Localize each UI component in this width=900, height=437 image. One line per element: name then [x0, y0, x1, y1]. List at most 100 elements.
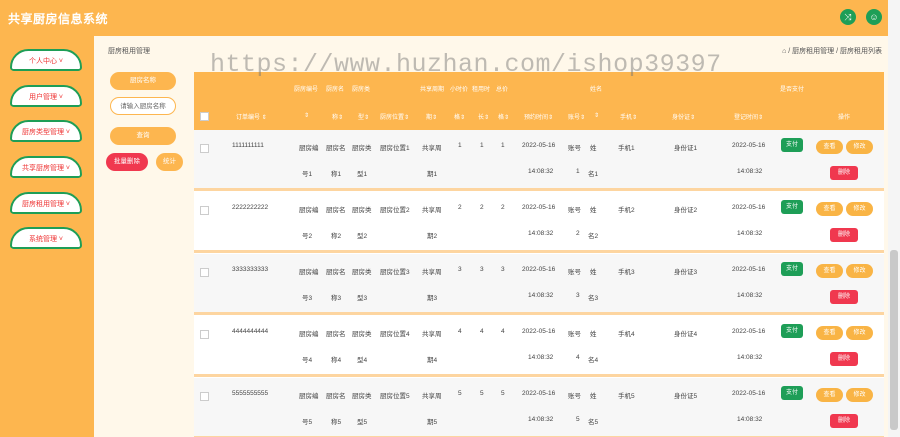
pay-button[interactable]: 支付: [781, 200, 803, 214]
th-kitchen-type-sort[interactable]: 型⇕: [358, 112, 369, 121]
share-period-cont: 期5: [427, 419, 438, 426]
shuffle-icon[interactable]: ⤨: [840, 9, 856, 25]
view-button[interactable]: 查看: [816, 264, 843, 278]
idcard: 身份证1: [674, 145, 698, 152]
table-row: 2222222222 厨房编 号2 厨房名 称2 厨房类 型2 厨房位置2 共享周 期2 2 2 2 20…: [194, 192, 884, 253]
th-name-sort[interactable]: ⇕: [594, 112, 599, 119]
view-button[interactable]: 查看: [816, 202, 843, 216]
edit-button[interactable]: 修改: [846, 202, 873, 216]
idcard: 身份证3: [674, 269, 698, 276]
kitchen-name-cont: 称4: [331, 357, 342, 364]
th-share-period-sort[interactable]: 期⇕: [426, 112, 437, 121]
row-checkbox[interactable]: [200, 392, 209, 401]
top-bar: 共享厨房信息系统 ⤨ ☺: [0, 0, 900, 36]
view-button[interactable]: 查看: [816, 388, 843, 402]
th-kitchen-name-sort[interactable]: 称⇕: [332, 112, 343, 121]
user-icon[interactable]: ☺: [866, 9, 882, 25]
reg-date: 2022-05-16: [732, 204, 766, 211]
hourly-price: 2: [458, 204, 462, 211]
kitchen-no-cont: 号4: [302, 357, 313, 364]
scrollbar[interactable]: [888, 0, 900, 437]
pay-button[interactable]: 支付: [781, 386, 803, 400]
th-hourly-price-sort[interactable]: 格⇕: [454, 112, 465, 121]
delete-button[interactable]: 删除: [830, 352, 858, 366]
share-period-cont: 期1: [427, 171, 438, 178]
kitchen-name-cont: 称5: [331, 419, 342, 426]
phone: 手机4: [618, 331, 635, 338]
share-period-cont: 期4: [427, 357, 438, 364]
select-all-checkbox[interactable]: [200, 112, 209, 121]
kitchen-name-cont: 称3: [331, 295, 342, 302]
hourly-price: 3: [458, 266, 462, 273]
scroll-thumb[interactable]: [890, 250, 898, 430]
user-name: 姓: [590, 393, 597, 400]
kitchen-no: 厨房编: [299, 393, 319, 400]
idcard: 身份证5: [674, 393, 698, 400]
account: 账号: [568, 269, 581, 276]
idcard: 身份证2: [674, 207, 698, 214]
account-cont: 2: [576, 230, 580, 237]
view-button[interactable]: 查看: [816, 140, 843, 154]
sidebar-item-user-management[interactable]: 用户管理 ˅: [10, 85, 82, 107]
th-order-no[interactable]: 订单编号 ⇕: [236, 112, 267, 121]
share-period-cont: 期3: [427, 295, 438, 302]
sidebar-item-kitchen-rental-management[interactable]: 厨房租用管理 ˅: [10, 192, 82, 214]
kitchen-type-cont: 型3: [357, 295, 368, 302]
share-period: 共享周: [422, 269, 442, 276]
kitchen-type: 厨房类: [352, 269, 372, 276]
kitchen-name: 厨房名: [326, 145, 346, 152]
row-checkbox[interactable]: [200, 330, 209, 339]
th-rent-time[interactable]: 预约时间⇕: [524, 112, 553, 121]
location: 厨房位置5: [380, 393, 410, 400]
data-table: 厨房编号 厨房名 厨房类 共享周期 小时价 租用时 总价 姓名 是否支付 订单编…: [194, 72, 884, 437]
kitchen-name: 厨房名: [326, 207, 346, 214]
delete-button[interactable]: 删除: [830, 414, 858, 428]
pay-button[interactable]: 支付: [781, 138, 803, 152]
edit-button[interactable]: 修改: [846, 140, 873, 154]
user-name: 姓: [590, 331, 597, 338]
reg-clock: 14:08:32: [737, 292, 763, 299]
sidebar-item-shared-kitchen-management[interactable]: 共享厨房管理 ˅: [10, 156, 82, 178]
sidebar-item-kitchen-type-management[interactable]: 厨房类型管理 ˅: [10, 120, 82, 142]
th-paid: 是否支付: [780, 87, 805, 93]
edit-button[interactable]: 修改: [846, 264, 873, 278]
row-checkbox[interactable]: [200, 144, 209, 153]
sidebar-item-personal-center[interactable]: 个人中心 ˅: [10, 49, 82, 71]
kitchen-no-cont: 号1: [302, 171, 313, 178]
batch-delete-button[interactable]: 批量删除: [106, 153, 148, 171]
table-row: 5555555555 厨房编 号5 厨房名 称5 厨房类 型5 厨房位置5 共享周 期5 5 5 5 20…: [194, 378, 884, 437]
edit-button[interactable]: 修改: [846, 326, 873, 340]
search-input[interactable]: 请输入厨房名称: [110, 97, 176, 115]
table-row: 1111111111 厨房编 号1 厨房名 称1 厨房类 型1 厨房位置1 共享周 期1 1 1 1 20…: [194, 130, 884, 191]
reg-date: 2022-05-16: [732, 390, 766, 397]
th-reg-time[interactable]: 登记时间⇕: [734, 112, 763, 121]
kitchen-no-cont: 号2: [302, 233, 313, 240]
th-total-sort[interactable]: 格⇕: [498, 112, 509, 121]
th-account[interactable]: 账号⇕: [568, 112, 585, 121]
stats-button[interactable]: 统计: [156, 153, 183, 171]
rent-date: 2022-05-16: [522, 390, 556, 397]
th-location[interactable]: 厨房位置⇕: [380, 112, 409, 121]
hourly-price: 5: [458, 390, 462, 397]
rent-hours: 3: [480, 266, 484, 273]
row-checkbox[interactable]: [200, 206, 209, 215]
delete-button[interactable]: 删除: [830, 228, 858, 242]
edit-button[interactable]: 修改: [846, 388, 873, 402]
delete-button[interactable]: 删除: [830, 166, 858, 180]
th-phone[interactable]: 手机⇕: [620, 112, 637, 121]
breadcrumb[interactable]: ⌂ / 厨房租用管理 / 厨房租用列表: [782, 46, 882, 56]
view-button[interactable]: 查看: [816, 326, 843, 340]
pay-button[interactable]: 支付: [781, 262, 803, 276]
share-period: 共享周: [422, 207, 442, 214]
sidebar-item-system-management[interactable]: 系统管理 ˅: [10, 227, 82, 249]
user-name-cont: 名2: [588, 233, 599, 240]
row-checkbox[interactable]: [200, 268, 209, 277]
pay-button[interactable]: 支付: [781, 324, 803, 338]
user-name: 姓: [590, 145, 597, 152]
th-idcard[interactable]: 身份证⇕: [672, 112, 695, 121]
th-kitchen-no-sort[interactable]: ⇕: [304, 112, 309, 119]
delete-button[interactable]: 删除: [830, 290, 858, 304]
query-button[interactable]: 查询: [110, 127, 176, 145]
th-rent-hours-sort[interactable]: 长⇕: [478, 112, 489, 121]
th-kitchen-type: 厨房类: [352, 87, 371, 93]
